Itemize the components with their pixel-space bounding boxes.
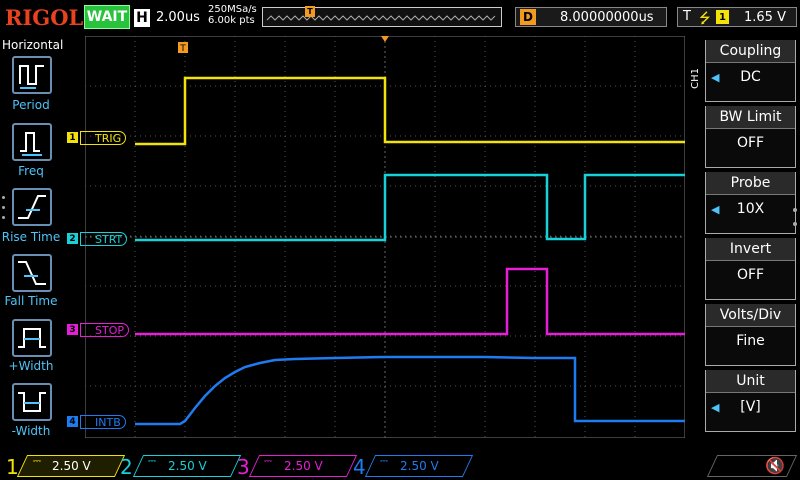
- horizontal-badge: H: [134, 9, 150, 27]
- probe-title: Probe: [706, 172, 795, 195]
- ch3-label: STOP: [80, 323, 129, 337]
- trigger-badge: T: [683, 9, 691, 24]
- waveform-overview-bar[interactable]: T: [262, 6, 502, 27]
- rising-edge-icon: ⭍: [699, 11, 711, 27]
- acquisition-status-badge[interactable]: WAIT: [84, 5, 130, 29]
- frequency-label: Freq: [18, 164, 44, 178]
- ch1-scale: 2.50 V: [52, 459, 91, 473]
- ch1-label: TRIG: [80, 131, 127, 145]
- scroll-dot: [793, 208, 797, 212]
- ch3-number[interactable]: 3: [237, 455, 250, 479]
- brand-logo: RIGOL: [5, 5, 84, 30]
- trigger-level[interactable]: 1.65 V: [744, 10, 786, 25]
- left-measure-panel: Horizontal Period Freq Rise Time Fall Ti…: [0, 36, 64, 456]
- positive-width-icon[interactable]: [12, 319, 52, 357]
- ch2-scale: 2.50 V: [168, 459, 207, 473]
- scroll-dot: [793, 222, 797, 226]
- timebase-value[interactable]: 2.00us: [156, 10, 200, 25]
- probe-menu[interactable]: Probe ◀ 10X: [705, 172, 796, 234]
- period-label: Period: [12, 98, 50, 112]
- ch2-number[interactable]: 2: [120, 455, 133, 479]
- ch4-label: INTB: [80, 415, 126, 429]
- frequency-icon[interactable]: [12, 123, 52, 161]
- negative-width-icon[interactable]: [12, 383, 52, 421]
- probe-value: 10X: [736, 201, 765, 217]
- scroll-dot: [2, 216, 5, 219]
- ch4-marker[interactable]: 4: [67, 416, 78, 427]
- unit-menu[interactable]: Unit ◀ [V]: [705, 370, 796, 432]
- rise-time-icon[interactable]: [12, 188, 52, 226]
- ch3-scale: 2.50 V: [284, 459, 323, 473]
- ch4-number[interactable]: 4: [353, 455, 366, 479]
- speaker-muted-icon[interactable]: 🔇: [765, 456, 785, 475]
- waveform-display[interactable]: T: [85, 36, 685, 438]
- scroll-dot: [2, 206, 5, 209]
- volts-div-value: Fine: [736, 333, 765, 349]
- invert-value: OFF: [736, 267, 765, 283]
- negative-width-label: -Width: [11, 424, 51, 438]
- scroll-dot: [2, 196, 5, 199]
- ch3-marker[interactable]: 3: [67, 324, 78, 335]
- delay-badge: D: [520, 9, 536, 25]
- volts-div-title: Volts/Div: [706, 304, 795, 327]
- overview-trigger-marker: T: [305, 6, 315, 17]
- positive-width-label: +Width: [8, 359, 54, 373]
- fall-time-icon[interactable]: [12, 254, 52, 292]
- bw-limit-value: OFF: [736, 135, 765, 151]
- bw-limit-title: BW Limit: [706, 106, 795, 129]
- coupling-menu[interactable]: Coupling ◀ DC: [705, 40, 796, 102]
- invert-title: Invert: [706, 238, 795, 261]
- dc-coupling-icon: ⎓: [148, 456, 156, 467]
- sample-rate: 250MSa/s: [208, 4, 257, 15]
- dc-coupling-icon: ⎓: [380, 456, 388, 467]
- coupling-title: Coupling: [706, 40, 795, 63]
- ch2-label: STRT: [80, 232, 128, 246]
- svg-text:T: T: [179, 44, 186, 54]
- dc-coupling-icon: ⎓: [264, 456, 272, 467]
- trigger-source: 1: [716, 10, 729, 24]
- memory-depth: 6.00k pts: [208, 15, 255, 26]
- channel-tab: CH1: [690, 68, 701, 89]
- delay-value[interactable]: 8.00000000us: [560, 10, 654, 25]
- sample-rate-readout: 250MSa/s 6.00k pts: [208, 4, 257, 26]
- coupling-value: DC: [740, 69, 761, 85]
- volts-div-menu[interactable]: Volts/Div Fine: [705, 304, 796, 366]
- period-icon[interactable]: [12, 56, 52, 94]
- ch1-marker[interactable]: 1: [67, 132, 78, 143]
- dc-coupling-icon: ⎓: [33, 456, 41, 467]
- ch2-marker[interactable]: 2: [67, 233, 78, 244]
- left-menu-title: Horizontal: [2, 38, 64, 52]
- invert-menu[interactable]: Invert OFF: [705, 238, 796, 300]
- unit-value: [V]: [740, 399, 761, 415]
- unit-title: Unit: [706, 370, 795, 393]
- rise-time-label: Rise Time: [1, 230, 61, 244]
- fall-time-label: Fall Time: [4, 294, 58, 308]
- bw-limit-menu[interactable]: BW Limit OFF: [705, 106, 796, 168]
- ch4-scale: 2.50 V: [400, 459, 439, 473]
